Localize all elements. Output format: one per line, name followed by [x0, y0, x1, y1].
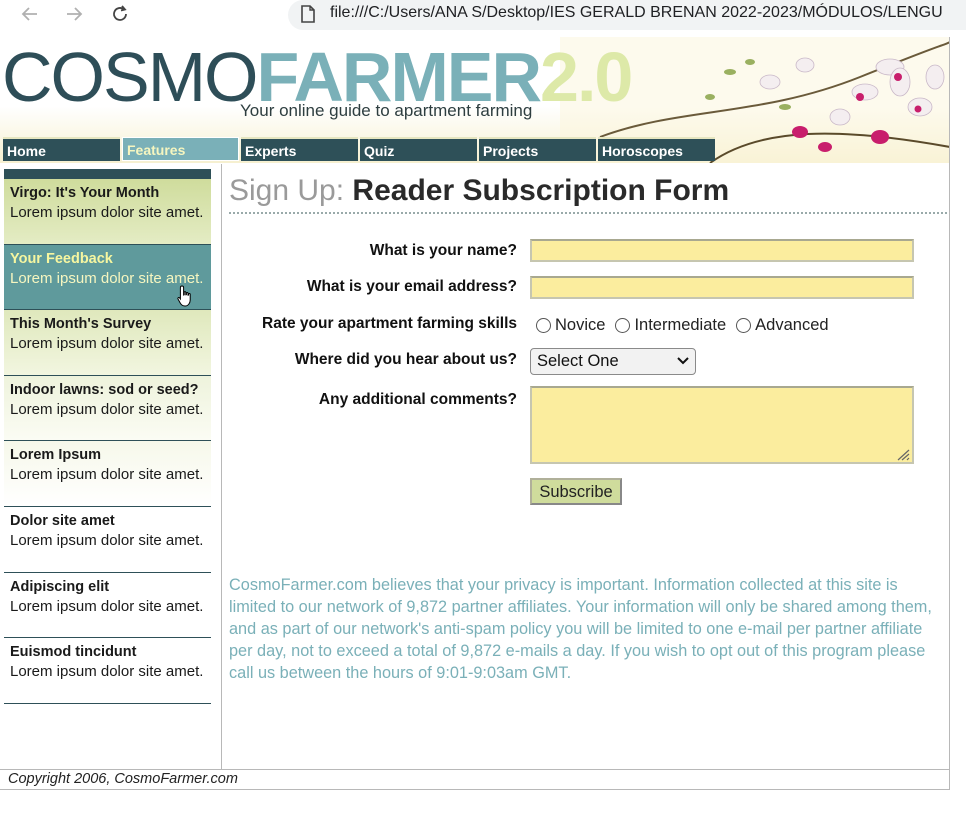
radio-label: Novice — [555, 316, 606, 334]
comments-label: Any additional comments? — [318, 391, 517, 408]
address-bar[interactable]: file:///C:/Users/ANA S/Desktop/IES GERAL… — [288, 0, 966, 30]
hear-about-select[interactable]: Select One — [530, 348, 696, 375]
sidebar-item-desc: Lorem ipsum dolor site amet. — [10, 335, 204, 353]
sidebar-item-lorem-ipsum[interactable]: Lorem Ipsum Lorem ipsum dolor site amet. — [4, 441, 211, 507]
browser-toolbar: file:///C:/Users/ANA S/Desktop/IES GERAL… — [0, 0, 966, 32]
sidebar-item-indoor-lawns[interactable]: Indoor lawns: sod or seed? Lorem ipsum d… — [4, 375, 211, 442]
sidebar-item-title: Dolor site amet — [10, 512, 115, 529]
back-arrow-icon[interactable] — [18, 2, 42, 26]
sidebar-item-title: This Month's Survey — [10, 316, 152, 333]
radio-circle-icon — [736, 318, 752, 333]
logo-text-cosmo: COSMO — [2, 38, 258, 116]
sidebar-top-bar — [4, 169, 211, 179]
chevron-down-icon — [677, 357, 689, 365]
reload-icon[interactable] — [108, 2, 132, 26]
skills-radio-group: Novice Intermediate Advanced — [536, 316, 839, 335]
sidebar-item-dolor[interactable]: Dolor site amet Lorem ipsum dolor site a… — [4, 506, 211, 573]
radio-label: Advanced — [755, 316, 829, 334]
name-label: What is your name? — [369, 242, 517, 259]
nav-item-home[interactable]: Home — [3, 137, 120, 161]
skills-label: Rate your apartment farming skills — [262, 315, 517, 332]
hear-label: Where did you hear about us? — [294, 351, 517, 368]
sidebar-item-virgo[interactable]: Virgo: It's Your Month Lorem ipsum dolor… — [4, 179, 211, 245]
sidebar-item-survey[interactable]: This Month's Survey Lorem ipsum dolor si… — [4, 310, 211, 376]
page-title-prefix: Sign Up: — [229, 174, 345, 207]
nav-item-horoscopes[interactable]: Horoscopes — [598, 137, 715, 161]
sidebar-item-title: Your Feedback — [10, 250, 113, 267]
nav-item-projects[interactable]: Projects — [479, 137, 596, 161]
radio-circle-icon — [615, 318, 631, 333]
sidebar-item-desc: Lorem ipsum dolor site amet. — [10, 531, 204, 549]
footer-copyright: Copyright 2006, CosmoFarmer.com — [0, 769, 949, 789]
radio-advanced[interactable]: Advanced — [736, 316, 829, 335]
radio-circle-icon — [536, 318, 551, 333]
sidebar-item-title: Adipiscing elit — [10, 578, 110, 595]
nav-item-experts[interactable]: Experts — [241, 137, 358, 161]
web-page: COSMOFARMER2.0 Your online guide to apar… — [0, 37, 950, 790]
main-navigation: Home Features Experts Quiz Projects Horo… — [3, 137, 715, 161]
logo-text-version: 2.0 — [540, 38, 633, 116]
nav-item-quiz[interactable]: Quiz — [360, 137, 477, 161]
sidebar-item-title: Euismod tincidunt — [10, 644, 137, 661]
sidebar-item-desc: Lorem ipsum dolor site amet. — [10, 204, 204, 221]
sidebar-item-title: Indoor lawns: sod or seed? — [10, 381, 199, 398]
comments-textarea[interactable] — [530, 386, 914, 464]
site-header: COSMOFARMER2.0 Your online guide to apar… — [0, 37, 949, 163]
forward-arrow-icon[interactable] — [62, 2, 86, 26]
privacy-notice: CosmoFarmer.com believes that your priva… — [229, 576, 932, 682]
sidebar-item-desc: Lorem ipsum dolor site amet. — [10, 597, 204, 615]
url-text: file:///C:/Users/ANA S/Desktop/IES GERAL… — [330, 4, 943, 21]
name-field[interactable] — [530, 239, 914, 262]
sidebar-list: Virgo: It's Your Month Lorem ipsum dolor… — [4, 179, 211, 704]
email-label: What is your email address? — [306, 278, 517, 295]
sidebar-item-title: Virgo: It's Your Month — [10, 185, 160, 201]
sidebar-item-desc: Lorem ipsum dolor site amet. — [10, 663, 204, 681]
sidebar: Virgo: It's Your Month Lorem ipsum dolor… — [0, 164, 222, 769]
sidebar-item-desc: Lorem ipsum dolor site amet. — [10, 466, 204, 484]
page-title: Sign Up: Reader Subscription Form — [229, 174, 947, 214]
subscribe-button[interactable]: Subscribe — [530, 478, 622, 505]
sidebar-item-title: Lorem Ipsum — [10, 447, 102, 464]
radio-label: Intermediate — [634, 316, 727, 334]
file-icon — [301, 5, 315, 23]
main-content: Sign Up: Reader Subscription Form What i… — [229, 174, 947, 505]
nav-item-features[interactable]: Features — [122, 137, 239, 161]
select-value: Select One — [537, 352, 619, 370]
sidebar-item-adipiscing[interactable]: Adipiscing elit Lorem ipsum dolor site a… — [4, 572, 211, 639]
sidebar-item-desc: Lorem ipsum dolor site amet. — [10, 400, 204, 418]
resize-grip-icon[interactable] — [895, 447, 911, 461]
radio-intermediate[interactable]: Intermediate — [615, 316, 726, 335]
sidebar-item-euismod[interactable]: Euismod tincidunt Lorem ipsum dolor site… — [4, 638, 211, 704]
radio-novice[interactable]: Novice — [536, 316, 605, 335]
page-title-main: Reader Subscription Form — [352, 174, 730, 207]
email-field[interactable] — [530, 276, 914, 299]
hand-cursor-icon — [177, 285, 191, 307]
site-tagline: Your online guide to apartment farming — [240, 101, 533, 120]
